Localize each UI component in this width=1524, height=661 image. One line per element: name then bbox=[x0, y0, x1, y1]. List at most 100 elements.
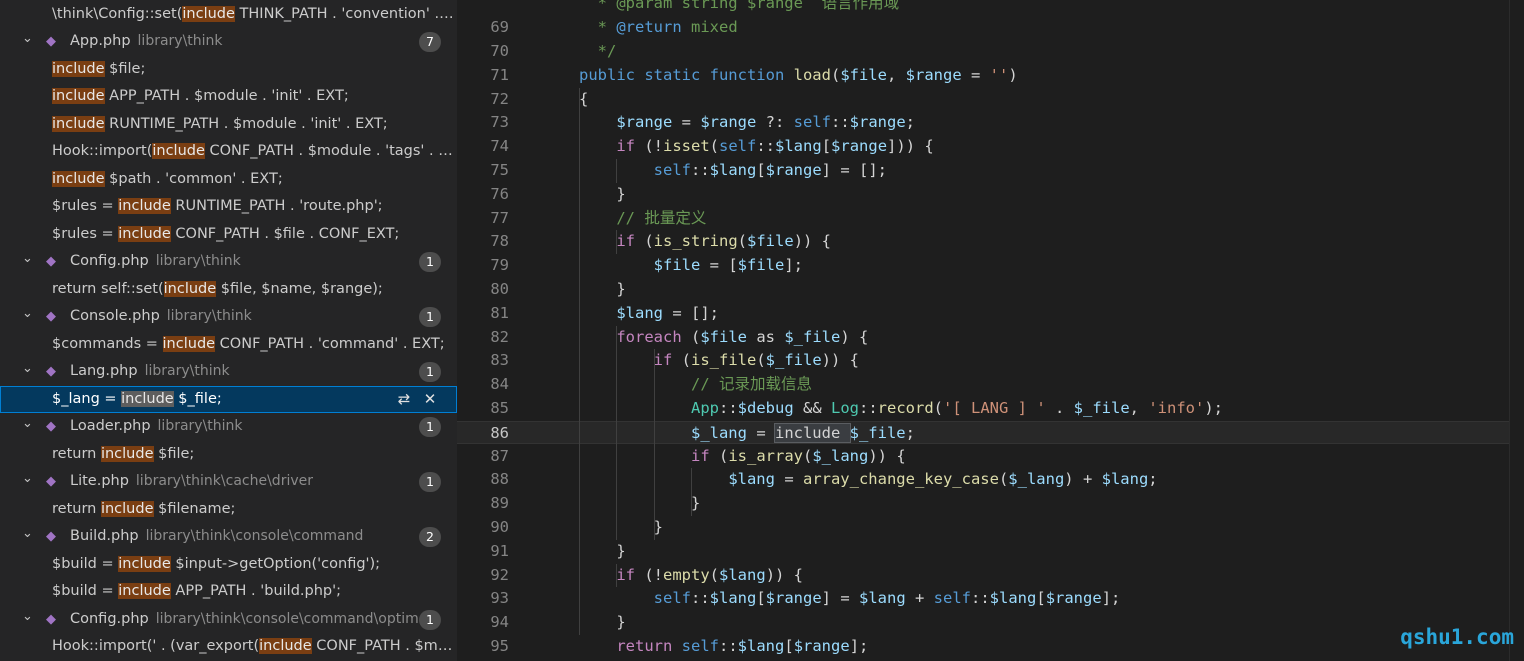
indent-guide bbox=[616, 230, 618, 255]
code-text: return self::$lang[$range]; bbox=[616, 636, 869, 655]
result-count-badge: 1 bbox=[419, 362, 441, 382]
chevron-down-icon[interactable]: ⌄ bbox=[22, 413, 36, 438]
result-file-row[interactable]: ⌄ ◆ Console.php library\think 1 bbox=[0, 303, 457, 331]
result-file-path: library\think\console\command bbox=[145, 528, 364, 544]
code-text: if (!isset(self::$lang[$range])) { bbox=[616, 137, 934, 156]
line-number: 95 bbox=[490, 636, 509, 655]
result-match-row[interactable]: $rules = include RUNTIME_PATH . 'route.p… bbox=[0, 193, 457, 221]
code-line[interactable]: 81 $lang = []; bbox=[457, 302, 1524, 326]
line-number: 93 bbox=[490, 589, 509, 608]
line-number: 86 bbox=[490, 423, 509, 442]
code-line[interactable]: 70 */ bbox=[457, 40, 1524, 64]
code-text: self::$lang[$range] = []; bbox=[653, 160, 887, 179]
result-match-text: include RUNTIME_PATH . $module . 'init' … bbox=[52, 115, 388, 132]
code-line[interactable]: 74 if (!isset(self::$lang[$range])) { bbox=[457, 135, 1524, 159]
code-line[interactable]: 76 } bbox=[457, 183, 1524, 207]
code-text: if (is_array($_lang)) { bbox=[690, 446, 906, 465]
chevron-down-icon[interactable]: ⌄ bbox=[22, 303, 36, 328]
code-line[interactable]: 79 $file = [$file]; bbox=[457, 254, 1524, 278]
result-match-text: include APP_PATH . $module . 'init' . EX… bbox=[52, 88, 349, 104]
line-number: 85 bbox=[490, 398, 509, 417]
result-file-row[interactable]: ⌄ ◆ Build.php library\think\console\command… bbox=[0, 523, 457, 551]
result-match-row[interactable]: Hook::import(include CONF_PATH . $module… bbox=[0, 138, 457, 166]
chevron-down-icon[interactable]: ⌄ bbox=[22, 248, 36, 273]
result-file-row[interactable]: ⌄ ◆ App.php library\think 7 bbox=[0, 28, 457, 56]
code-line[interactable]: 69 * @return mixed bbox=[457, 16, 1524, 40]
code-line[interactable]: 93 self::$lang[$range] = $lang + self::$… bbox=[457, 587, 1524, 611]
result-match-row-selected[interactable]: $_lang = include $_file; ⇄ ✕ bbox=[0, 385, 457, 414]
result-file-name: Loader.php library\think bbox=[70, 418, 243, 434]
code-line[interactable]: 71 public static function load($file, $ra… bbox=[457, 64, 1524, 88]
code-line[interactable]: 94 } bbox=[457, 611, 1524, 635]
chevron-down-icon[interactable]: ⌄ bbox=[22, 358, 36, 383]
result-file-name: Lang.php library\think bbox=[70, 363, 230, 379]
result-file-row[interactable]: ⌄ ◆ Lang.php library\think 1 bbox=[0, 358, 457, 386]
match-highlight: include bbox=[52, 170, 105, 187]
result-match-row[interactable]: Hook::import(' . (var_export(include CON… bbox=[0, 633, 457, 661]
result-match-text: \think\Config::set(include THINK_PATH . … bbox=[52, 5, 454, 22]
watermark: qshu1.com bbox=[1400, 625, 1514, 649]
result-match-text: return include $file; bbox=[52, 445, 195, 462]
line-number: 72 bbox=[490, 89, 509, 108]
result-match-row[interactable]: return include $filename; bbox=[0, 496, 457, 524]
line-number: 87 bbox=[490, 446, 509, 465]
result-file-name: Lite.php library\think\cache\driver bbox=[70, 473, 313, 489]
result-file-path: library\think bbox=[144, 363, 230, 379]
code-text: // 批量定义 bbox=[616, 208, 707, 227]
code-text: if (is_file($_file)) { bbox=[653, 351, 859, 370]
chevron-down-icon[interactable]: ⌄ bbox=[22, 606, 36, 631]
code-line[interactable]: 91 } bbox=[457, 540, 1524, 564]
code-editor[interactable]: * @param string $range 语言作用域 69 * @return… bbox=[457, 0, 1524, 661]
code-line[interactable]: 72 { bbox=[457, 88, 1524, 112]
result-match-row[interactable]: $build = include APP_PATH . 'build.php'; bbox=[0, 578, 457, 606]
result-match-row[interactable]: include $file; bbox=[0, 56, 457, 84]
match-highlight: include bbox=[121, 390, 174, 407]
code-line[interactable]: 95 return self::$lang[$range]; bbox=[457, 635, 1524, 659]
chevron-down-icon[interactable]: ⌄ bbox=[22, 523, 36, 548]
php-elephant-icon: ◆ bbox=[46, 309, 56, 324]
close-icon[interactable]: ✕ bbox=[420, 386, 440, 414]
result-match-row[interactable]: include $path . 'common' . EXT; bbox=[0, 166, 457, 194]
result-match-row[interactable]: $commands = include CONF_PATH . 'command… bbox=[0, 331, 457, 359]
code-text: } bbox=[579, 613, 626, 632]
result-match-text: $_lang = include $_file; bbox=[52, 390, 222, 407]
match-highlight: include bbox=[163, 280, 217, 297]
code-text: $file = [$file]; bbox=[653, 256, 803, 275]
result-file-row[interactable]: ⌄ ◆ Lite.php library\think\cache\driver 1 bbox=[0, 468, 457, 496]
result-match-row[interactable]: include RUNTIME_PATH . $module . 'init' … bbox=[0, 111, 457, 139]
line-number: 80 bbox=[490, 279, 509, 298]
line-number: 74 bbox=[490, 137, 509, 156]
result-match-row[interactable]: $rules = include CONF_PATH . $file . CON… bbox=[0, 221, 457, 249]
match-highlight: include bbox=[52, 60, 105, 77]
result-match-row[interactable]: \think\Config::set(include THINK_PATH . … bbox=[0, 1, 457, 29]
line-number: 84 bbox=[490, 375, 509, 394]
result-file-path: library\think bbox=[157, 418, 243, 434]
result-match-row[interactable]: include APP_PATH . $module . 'init' . EX… bbox=[0, 83, 457, 111]
chevron-down-icon[interactable]: ⌄ bbox=[22, 28, 36, 53]
code-line[interactable]: 77 // 批量定义 bbox=[457, 207, 1524, 231]
result-match-row[interactable]: $build = include $input->getOption('conf… bbox=[0, 551, 457, 579]
chevron-down-icon[interactable]: ⌄ bbox=[22, 468, 36, 493]
match-highlight: include bbox=[118, 583, 171, 599]
code-line[interactable]: 73 $range = $range ?: self::$range; bbox=[457, 111, 1524, 135]
line-number: 77 bbox=[490, 208, 509, 227]
result-match-row[interactable]: return include $file; bbox=[0, 441, 457, 469]
line-number: 79 bbox=[490, 256, 509, 275]
line-number: 81 bbox=[490, 303, 509, 322]
result-match-text: include $file; bbox=[52, 60, 146, 77]
code-text: $range = $range ?: self::$range; bbox=[616, 113, 915, 132]
match-highlight: include bbox=[52, 88, 105, 104]
code-line[interactable]: 80 } bbox=[457, 278, 1524, 302]
result-match-text: Hook::import(' . (var_export(include CON… bbox=[52, 638, 454, 654]
result-file-row[interactable]: ⌄ ◆ Loader.php library\think 1 bbox=[0, 413, 457, 441]
result-file-name: App.php library\think bbox=[70, 33, 223, 49]
result-file-row[interactable]: ⌄ ◆ Config.php library\think 1 bbox=[0, 248, 457, 276]
line-number: 82 bbox=[490, 327, 509, 346]
result-file-name: Console.php library\think bbox=[70, 308, 252, 324]
code-line[interactable]: * @param string $range 语言作用域 bbox=[457, 0, 1524, 16]
match-highlight: include bbox=[182, 5, 235, 22]
replace-icon[interactable]: ⇄ bbox=[394, 386, 414, 414]
vertical-scrollbar[interactable] bbox=[1509, 0, 1524, 661]
result-file-row[interactable]: ⌄ ◆ Config.php library\think\console\comman… bbox=[0, 606, 457, 634]
result-match-row[interactable]: return self::set(include $file, $name, $… bbox=[0, 276, 457, 304]
